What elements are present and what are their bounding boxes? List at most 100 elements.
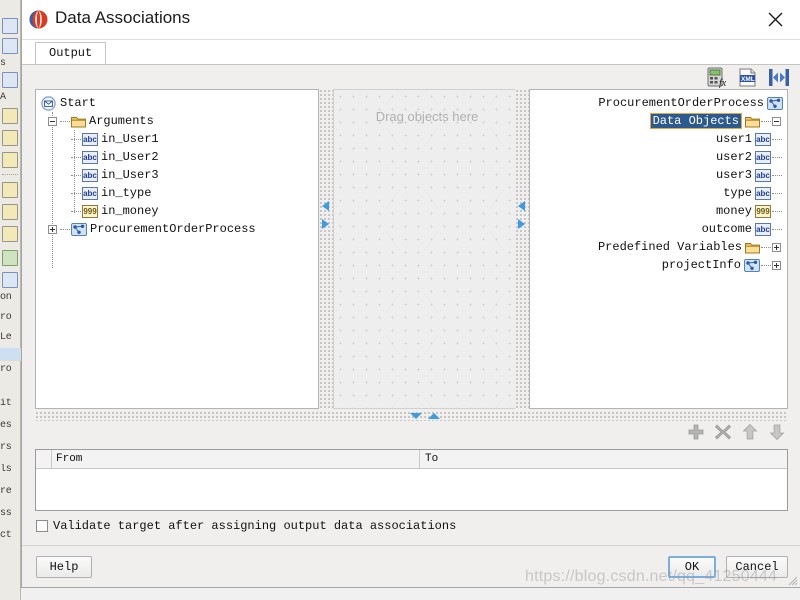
validate-target-checkbox[interactable]	[36, 520, 48, 532]
tree-connector	[71, 192, 81, 194]
tree-node-procurement-order-process[interactable]: ProcurementOrderProcess	[41, 220, 256, 238]
mapping-toolbar: fx XML	[697, 67, 790, 91]
validate-target-checkbox-row[interactable]: Validate target after assigning output d…	[36, 519, 456, 537]
tree-node-user3[interactable]: user3 abc	[598, 166, 783, 184]
palette-icon-3	[2, 72, 18, 88]
number-999-icon: 999	[755, 204, 771, 218]
number-999-icon: 999	[82, 204, 98, 218]
expression-editor-icon[interactable]: fx	[706, 67, 728, 89]
svg-text:XML: XML	[741, 76, 755, 83]
app-logo-icon	[29, 10, 48, 29]
string-abc-icon: abc	[755, 132, 771, 146]
mapping-canvas[interactable]: Drag objects here	[333, 89, 521, 409]
svg-text:fx: fx	[719, 78, 727, 88]
tree-connector	[71, 210, 81, 212]
tree-node-in-user2[interactable]: abc in_User2	[41, 148, 256, 166]
string-abc-icon: abc	[755, 222, 771, 236]
tree-connector	[772, 174, 782, 176]
tree-node-predefined-variables[interactable]: Predefined Variables	[598, 238, 783, 256]
tree-node-outcome[interactable]: outcome abc	[598, 220, 783, 238]
palette-icon-2	[2, 38, 18, 54]
move-up-icon[interactable]	[741, 423, 759, 443]
tree-connector	[71, 156, 81, 158]
target-tree-panel[interactable]: ProcurementOrderProcess Data Objects use…	[529, 89, 788, 409]
bg-selected-row	[0, 348, 21, 361]
tree-label-selected: Data Objects	[649, 113, 742, 129]
expander-plus-icon[interactable]	[772, 242, 781, 252]
tree-node-in-money[interactable]: 999 in_money	[41, 202, 256, 220]
tree-node-money[interactable]: money 999	[598, 202, 783, 220]
associations-table[interactable]: From To	[35, 449, 788, 511]
tree-node-in-type[interactable]: abc in_type	[41, 184, 256, 202]
cancel-button[interactable]: Cancel	[726, 556, 788, 578]
tree-label: ProcurementOrderProcess	[90, 222, 256, 236]
tree-node-project-info[interactable]: projectInfo	[598, 256, 783, 274]
tree-label: in_User2	[101, 150, 159, 164]
palette-icon-7	[2, 182, 18, 198]
left-splitter[interactable]	[319, 89, 333, 409]
tree-node-in-user1[interactable]: abc in_User1	[41, 130, 256, 148]
string-abc-icon: abc	[82, 168, 98, 182]
string-abc-icon: abc	[82, 150, 98, 164]
tree-node-start[interactable]: Start	[41, 94, 256, 112]
process-icon	[744, 258, 760, 272]
tree-connector	[772, 192, 782, 194]
splitter-collapse-down-icon[interactable]	[410, 413, 422, 419]
palette-fragment-a: A	[0, 92, 6, 103]
auto-map-icon[interactable]	[768, 67, 790, 88]
tree-node-arguments[interactable]: Arguments	[41, 112, 256, 130]
tree-node-user2[interactable]: user2 abc	[598, 148, 783, 166]
tree-node-type[interactable]: type abc	[598, 184, 783, 202]
tab-output[interactable]: Output	[35, 42, 107, 64]
palette-icon-9	[2, 226, 18, 242]
expander-minus-icon[interactable]	[772, 116, 781, 126]
right-splitter[interactable]	[515, 89, 529, 409]
close-icon[interactable]	[756, 4, 796, 36]
tree-label: Start	[60, 96, 97, 110]
tree-node-procurement-order-process[interactable]: ProcurementOrderProcess	[598, 94, 783, 112]
tree-connector	[772, 210, 782, 212]
help-button[interactable]: Help	[36, 556, 92, 578]
tree-node-user1[interactable]: user1 abc	[598, 130, 783, 148]
table-header-corner	[36, 450, 52, 468]
bg-fragment-es: es	[0, 420, 12, 431]
expander-minus-icon[interactable]	[48, 116, 57, 126]
splitter-expand-right-icon[interactable]	[322, 219, 329, 229]
resize-grip[interactable]	[786, 573, 798, 586]
move-down-icon[interactable]	[768, 423, 786, 443]
add-association-icon[interactable]	[687, 423, 705, 443]
expander-plus-icon[interactable]	[48, 224, 57, 234]
string-abc-icon: abc	[755, 186, 771, 200]
horizontal-splitter[interactable]	[35, 411, 788, 421]
string-abc-icon: abc	[755, 150, 771, 164]
bg-fragment-le: Le	[0, 332, 12, 343]
xml-transformation-icon[interactable]: XML	[737, 67, 759, 88]
delete-association-icon[interactable]	[714, 423, 732, 443]
tree-node-data-objects[interactable]: Data Objects	[598, 112, 783, 130]
ok-button[interactable]: OK	[668, 556, 716, 578]
background-palette: s A on ro Le ro it es rs ls re ss ct	[0, 0, 21, 600]
tree-label: in_money	[101, 204, 159, 218]
table-header-from[interactable]: From	[52, 450, 420, 468]
bg-fragment-ls: ls	[0, 464, 12, 475]
tree-label: outcome	[701, 222, 752, 236]
bg-fragment-ro: ro	[0, 312, 12, 323]
splitter-collapse-left-icon[interactable]	[322, 201, 329, 211]
palette-icon-10	[2, 250, 18, 266]
splitter-collapse-left-icon[interactable]	[518, 201, 525, 211]
tree-connector	[71, 174, 81, 176]
string-abc-icon: abc	[82, 132, 98, 146]
bg-fragment-ct: ct	[0, 530, 12, 541]
expander-plus-icon[interactable]	[772, 260, 781, 270]
tree-connector	[60, 120, 70, 122]
palette-icon-11	[2, 272, 18, 288]
table-header-to[interactable]: To	[421, 450, 787, 468]
tree-label: Predefined Variables	[597, 240, 742, 254]
source-tree-panel[interactable]: Start Arguments abc in_User1 abc in_User2 …	[35, 89, 319, 409]
splitter-expand-up-icon[interactable]	[428, 413, 440, 419]
bg-fragment-on: on	[0, 292, 12, 303]
splitter-expand-right-icon[interactable]	[518, 219, 525, 229]
dialog-body: fx XML Start Arguments abc in_User1 abc …	[22, 64, 800, 587]
palette-separator	[2, 174, 18, 175]
tree-node-in-user3[interactable]: abc in_User3	[41, 166, 256, 184]
